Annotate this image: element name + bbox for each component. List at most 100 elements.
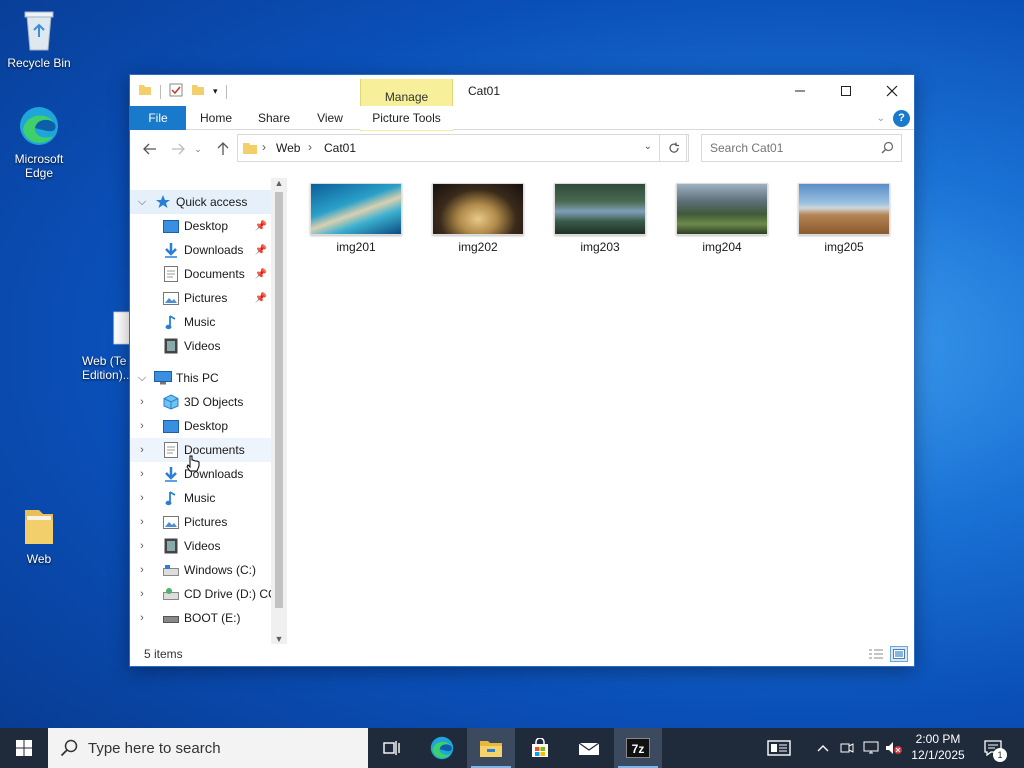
nav-pc-pictures[interactable]: › Pictures <box>130 510 271 534</box>
chevron-right-icon[interactable]: › <box>136 588 148 600</box>
chevron-right-icon[interactable]: › <box>136 420 148 432</box>
nav-quick-access[interactable]: ⌵ Quick access <box>130 190 271 214</box>
nav-label: Desktop <box>184 219 229 233</box>
address-dropdown-icon[interactable]: ⌄ <box>644 141 652 152</box>
file-list: img201 img202 img203 img204 img205 <box>290 175 914 645</box>
nav-this-pc[interactable]: ⌵ This PC <box>130 366 271 390</box>
pin-icon[interactable]: 📌 <box>255 293 267 304</box>
search-input[interactable] <box>702 135 872 161</box>
taskbar-7zip[interactable]: 7z <box>614 728 662 768</box>
nav-pc-3d-objects[interactable]: › 3D Objects <box>130 390 271 414</box>
chevron-right-icon[interactable]: › <box>136 612 148 624</box>
nav-pc-downloads[interactable]: › Downloads <box>130 462 271 486</box>
chevron-right-icon[interactable]: › <box>136 492 148 504</box>
nav-quick-desktop[interactable]: Desktop 📌 <box>130 214 271 238</box>
address-bar[interactable]: › Web › Cat01 ⌄ <box>237 134 687 162</box>
pin-icon[interactable]: 📌 <box>255 245 267 256</box>
breadcrumb-separator-icon[interactable]: › <box>262 140 266 154</box>
tray-overflow-button[interactable] <box>813 728 833 768</box>
tray-volume[interactable] <box>884 728 904 768</box>
clock-date: 12/1/2025 <box>911 748 965 762</box>
file-name: img201 <box>336 240 376 254</box>
nav-pc-cd-drive-d[interactable]: › CD Drive (D:) CC <box>130 582 277 606</box>
nav-pc-windows-c[interactable]: › Windows (C:) <box>130 558 271 582</box>
edge-icon <box>430 736 454 760</box>
file-item[interactable]: img204 <box>667 183 777 254</box>
clock[interactable]: 2:00 PM 12/1/2025 <box>906 731 970 763</box>
tab-share[interactable]: Share <box>254 106 294 130</box>
pin-icon[interactable]: 📌 <box>255 221 267 232</box>
chevron-right-icon[interactable]: › <box>136 564 148 576</box>
taskbar-search[interactable]: Type here to search <box>48 728 368 768</box>
desktop-icon-label: Web <box>26 552 52 566</box>
tab-file[interactable]: File <box>130 106 186 130</box>
task-view-button[interactable] <box>368 728 416 768</box>
tray-meet-now[interactable] <box>837 728 857 768</box>
expand-ribbon-icon[interactable]: ⌄ <box>877 113 885 124</box>
tab-picture-tools[interactable]: Picture Tools <box>360 106 453 130</box>
taskbar-file-explorer[interactable] <box>467 728 515 768</box>
file-item[interactable]: img202 <box>423 183 533 254</box>
tab-view[interactable]: View <box>312 106 348 130</box>
tab-home[interactable]: Home <box>196 106 236 130</box>
nav-quick-videos[interactable]: Videos <box>130 334 271 358</box>
nav-quick-documents[interactable]: Documents 📌 <box>130 262 271 286</box>
scrollbar-thumb[interactable] <box>275 192 283 608</box>
action-center-button[interactable]: 1 <box>978 728 1008 768</box>
chevron-down-icon[interactable]: ⌵ <box>136 372 148 385</box>
taskbar-store[interactable] <box>516 728 564 768</box>
nav-pc-desktop[interactable]: › Desktop <box>130 414 271 438</box>
maximize-button[interactable] <box>823 75 869 106</box>
taskbar-mail[interactable] <box>565 728 613 768</box>
large-icons-view-button[interactable] <box>890 646 908 662</box>
details-view-button[interactable] <box>867 646 885 662</box>
breadcrumb-cat01[interactable]: Cat01 <box>324 141 356 155</box>
recent-locations-button[interactable]: ⌄ <box>192 139 204 159</box>
up-button[interactable] <box>213 139 233 159</box>
chevron-right-icon[interactable]: › <box>136 540 148 552</box>
refresh-button[interactable] <box>659 134 689 162</box>
nav-label: Music <box>184 491 216 505</box>
desktop-icon-recycle-bin[interactable]: Recycle Bin <box>1 8 77 70</box>
tray-network[interactable] <box>861 728 881 768</box>
new-folder-icon[interactable] <box>191 83 205 100</box>
desktop-icon-edge[interactable]: Microsoft Edge <box>1 104 77 180</box>
nav-quick-downloads[interactable]: Downloads 📌 <box>130 238 271 262</box>
customize-toolbar-icon[interactable]: ▾ <box>213 86 218 97</box>
nav-pc-documents[interactable]: › Documents <box>130 438 271 462</box>
news-icon <box>767 740 791 756</box>
file-item[interactable]: img205 <box>789 183 899 254</box>
quick-access-toolbar: ▾ <box>138 83 227 100</box>
chevron-right-icon[interactable]: › <box>136 516 148 528</box>
breadcrumb-separator-icon[interactable]: › <box>308 140 312 154</box>
image-thumbnail <box>432 183 524 235</box>
nav-pc-boot-e[interactable]: › BOOT (E:) <box>130 606 271 630</box>
file-item[interactable]: img201 <box>301 183 411 254</box>
breadcrumb-web[interactable]: Web <box>276 141 300 155</box>
minimize-button[interactable] <box>777 75 823 106</box>
nav-quick-music[interactable]: Music <box>130 310 271 334</box>
file-item[interactable]: img203 <box>545 183 655 254</box>
computer-icon <box>154 370 172 386</box>
start-button[interactable] <box>0 728 48 768</box>
manage-tab-label: Manage <box>384 90 429 104</box>
chevron-down-icon[interactable]: ⌵ <box>136 196 148 209</box>
help-button[interactable]: ? <box>893 110 910 127</box>
chevron-right-icon[interactable]: › <box>136 396 148 408</box>
chevron-right-icon[interactable]: › <box>136 468 148 480</box>
navpane-scrollbar[interactable]: ▲ ▼ <box>271 178 287 644</box>
search-box[interactable] <box>701 134 902 162</box>
nav-quick-pictures[interactable]: Pictures 📌 <box>130 286 271 310</box>
tray-news-widget[interactable] <box>762 728 796 768</box>
taskbar-edge[interactable] <box>418 728 466 768</box>
close-button[interactable] <box>869 75 915 106</box>
pin-icon[interactable]: 📌 <box>255 269 267 280</box>
chevron-right-icon[interactable]: › <box>136 444 148 456</box>
desktop-icon-web-folder[interactable]: Web <box>1 504 77 566</box>
nav-pc-music[interactable]: › Music <box>130 486 271 510</box>
properties-icon[interactable] <box>169 83 183 100</box>
nav-pc-videos[interactable]: › Videos <box>130 534 271 558</box>
forward-button[interactable] <box>168 139 188 159</box>
scroll-up-icon[interactable]: ▲ <box>271 178 287 188</box>
back-button[interactable] <box>140 139 160 159</box>
